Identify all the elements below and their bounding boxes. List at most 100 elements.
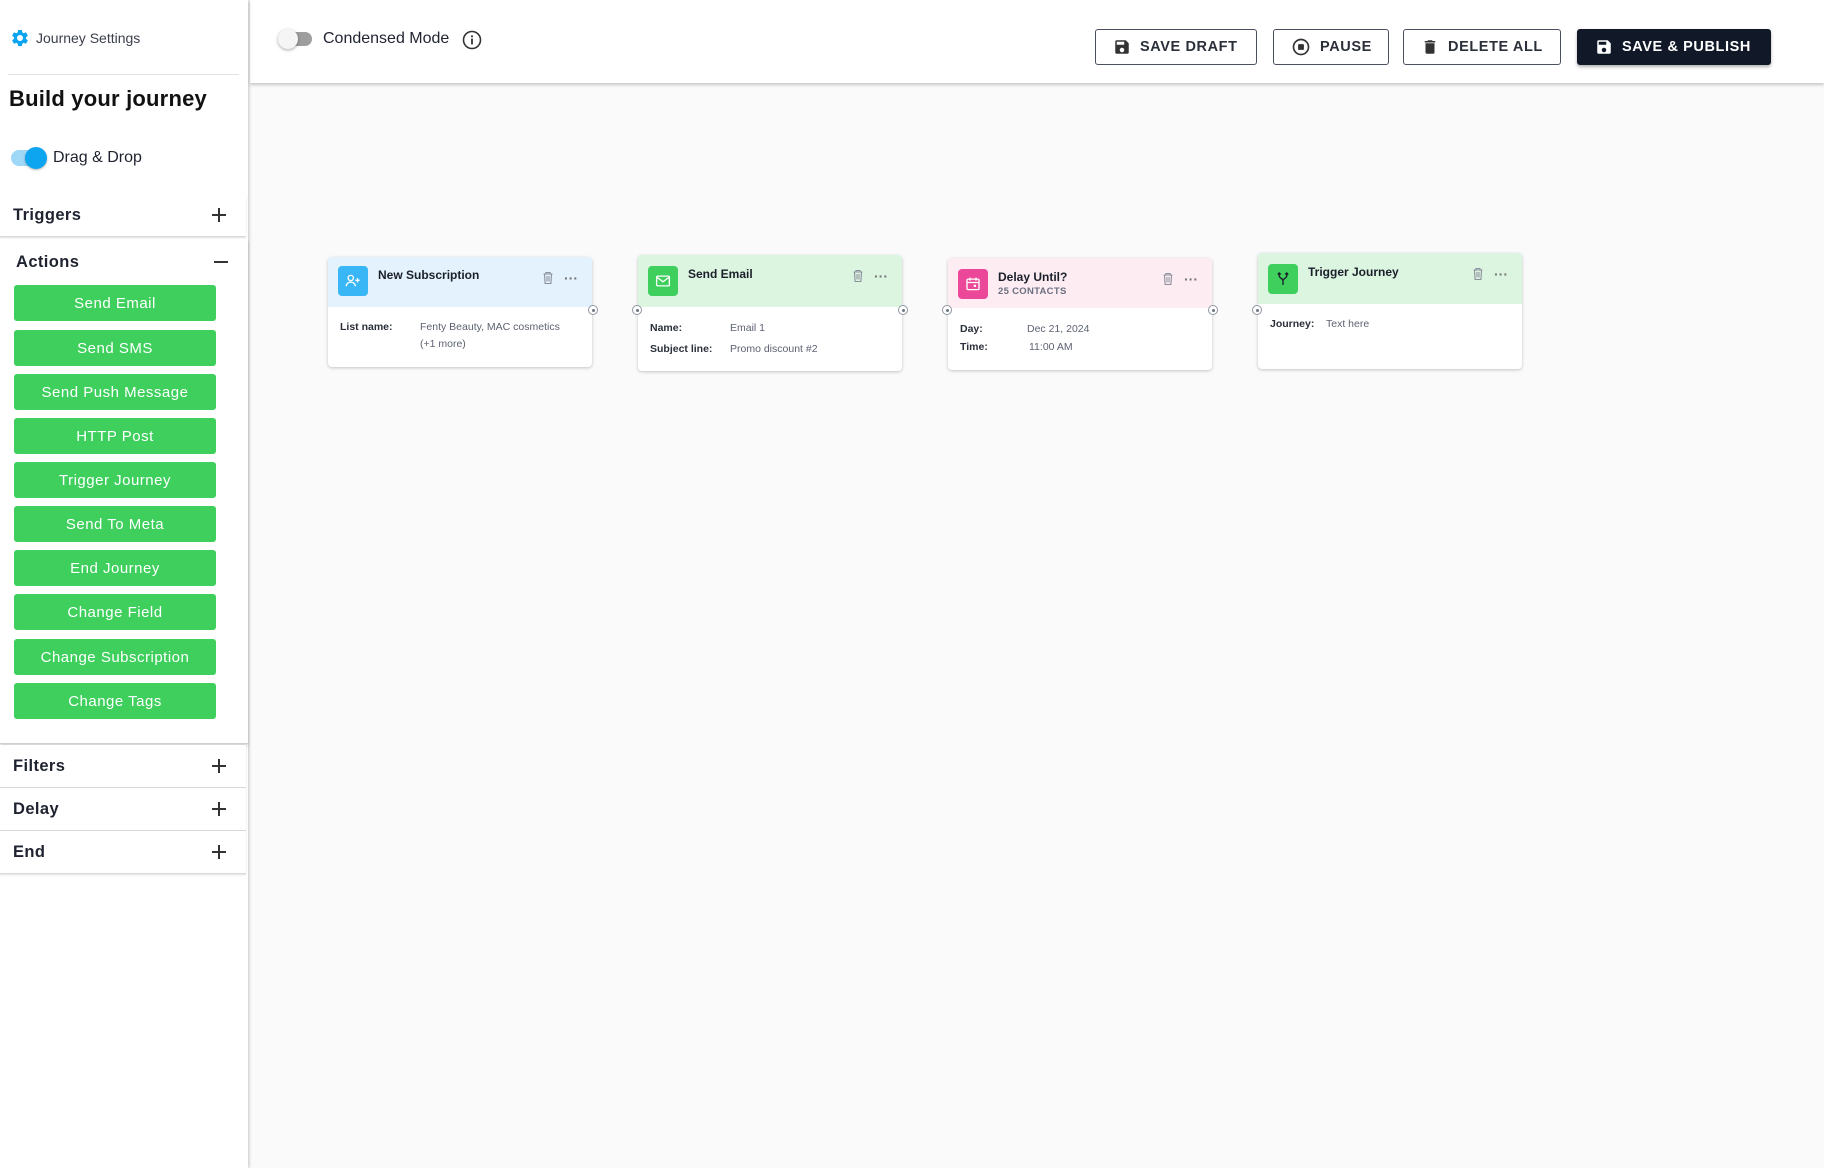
- save-draft-button[interactable]: SAVE DRAFT: [1095, 29, 1257, 65]
- action-send-to-meta[interactable]: Send To Meta: [14, 506, 216, 542]
- more-options-icon[interactable]: ···: [564, 270, 578, 286]
- plus-icon: [212, 208, 226, 222]
- trash-icon: [1424, 40, 1436, 54]
- sidebar: Journey Settings Build your journey Drag…: [0, 0, 248, 1168]
- node-header: Trigger Journey ···: [1258, 253, 1522, 304]
- field-label: List name:: [340, 321, 393, 333]
- condensed-mode-label: Condensed Mode: [323, 30, 450, 47]
- more-options-icon[interactable]: ···: [874, 268, 888, 284]
- action-trigger-journey[interactable]: Trigger Journey: [14, 462, 216, 498]
- more-options-icon[interactable]: ···: [1184, 271, 1198, 287]
- action-http-post[interactable]: HTTP Post: [14, 418, 216, 454]
- top-toolbar: Condensed Mode SAVE DRAFT PAUSE DELETE A…: [250, 0, 1824, 83]
- node-body: Journey: Text here: [1258, 304, 1522, 345]
- pause-label: PAUSE: [1320, 39, 1372, 55]
- node-delay-until[interactable]: Delay Until? 25 CONTACTS ··· Day: Dec 21…: [942, 258, 1218, 370]
- condensed-mode-toggle[interactable]: [278, 29, 312, 49]
- input-port[interactable]: [632, 305, 642, 315]
- section-triggers[interactable]: Triggers: [0, 194, 246, 237]
- node-header: New Subscription ···: [328, 257, 592, 307]
- section-actions: Actions Send Email Send SMS Send Push Me…: [0, 239, 248, 744]
- section-end-title: End: [13, 842, 46, 861]
- node-new-subscription[interactable]: New Subscription ··· List name: Fenty Be…: [328, 257, 598, 367]
- section-end[interactable]: End: [0, 831, 246, 874]
- action-change-tags[interactable]: Change Tags: [14, 683, 216, 719]
- node-header: Delay Until? 25 CONTACTS ···: [948, 258, 1212, 308]
- node-field: List name: Fenty Beauty, MAC cosmetics: [340, 319, 580, 336]
- node-field: Journey: Text here: [1270, 316, 1510, 333]
- trash-icon[interactable]: [542, 271, 554, 285]
- field-value: Email 1: [730, 322, 766, 334]
- drag-drop-toggle[interactable]: [11, 147, 47, 169]
- plus-icon: [212, 845, 226, 859]
- save-icon: [1115, 40, 1129, 54]
- node-body: Day: Dec 21, 2024 Time: 11:00 AM: [948, 308, 1212, 368]
- field-value: Dec 21, 2024: [1027, 323, 1090, 335]
- minus-icon: [214, 255, 228, 269]
- action-send-sms[interactable]: Send SMS: [14, 330, 216, 366]
- action-send-push-message[interactable]: Send Push Message: [14, 374, 216, 410]
- node-field: Subject line: Promo discount #2: [650, 339, 890, 360]
- action-change-field[interactable]: Change Field: [14, 594, 216, 630]
- field-value: Text here: [1326, 318, 1370, 330]
- node-field: Name: Email 1: [650, 318, 890, 339]
- output-port[interactable]: [898, 305, 908, 315]
- journey-settings-label: Journey Settings: [36, 30, 141, 46]
- plus-icon: [212, 759, 226, 773]
- delete-all-label: DELETE ALL: [1448, 39, 1543, 55]
- section-filters-title: Filters: [13, 756, 66, 775]
- section-actions-header[interactable]: Actions: [16, 251, 228, 273]
- node-title: Delay Until?: [998, 270, 1068, 284]
- trash-icon[interactable]: [1472, 267, 1484, 281]
- journey-settings-link[interactable]: Journey Settings: [10, 27, 140, 49]
- more-options-icon[interactable]: ···: [1494, 266, 1508, 282]
- node-contacts-count: 25 CONTACTS: [998, 286, 1067, 297]
- trash-icon[interactable]: [852, 269, 864, 283]
- action-end-journey[interactable]: End Journey: [14, 550, 216, 586]
- gear-icon: [12, 29, 28, 47]
- node-title: New Subscription: [378, 268, 480, 282]
- input-port[interactable]: [942, 305, 952, 315]
- field-label: Time:: [960, 341, 988, 353]
- field-value: Promo discount #2: [730, 343, 818, 355]
- save-publish-label: SAVE & PUBLISH: [1622, 39, 1751, 55]
- calendar-icon: [958, 269, 988, 299]
- add-user-icon: [338, 266, 368, 296]
- action-send-email[interactable]: Send Email: [14, 285, 216, 321]
- section-actions-title: Actions: [16, 252, 80, 271]
- field-value: Fenty Beauty, MAC cosmetics: [420, 321, 560, 333]
- node-field: (+1 more): [340, 336, 580, 353]
- node-trigger-journey[interactable]: Trigger Journey ··· Journey: Text here: [1252, 253, 1522, 369]
- input-port[interactable]: [1252, 305, 1262, 315]
- node-title: Trigger Journey: [1308, 265, 1399, 279]
- save-icon: [1597, 40, 1611, 54]
- field-label: Day:: [960, 323, 983, 335]
- node-field: Day: Dec 21, 2024: [960, 320, 1200, 338]
- mail-icon: [648, 266, 678, 296]
- section-filters[interactable]: Filters: [0, 745, 246, 788]
- node-field: Time: 11:00 AM: [960, 338, 1200, 356]
- sidebar-divider: [8, 74, 239, 75]
- section-delay-title: Delay: [13, 799, 60, 818]
- field-label: Subject line:: [650, 343, 713, 355]
- field-label: [340, 336, 420, 353]
- field-value: 11:00 AM: [1029, 341, 1073, 353]
- trash-icon[interactable]: [1162, 272, 1174, 286]
- fork-icon: [1268, 264, 1298, 294]
- action-change-subscription[interactable]: Change Subscription: [14, 639, 216, 675]
- plus-icon: [212, 802, 226, 816]
- pause-button[interactable]: PAUSE: [1273, 29, 1389, 65]
- condensed-mode-toggle-knob: [278, 29, 298, 49]
- section-triggers-title: Triggers: [13, 205, 82, 224]
- node-body: List name: Fenty Beauty, MAC cosmetics (…: [328, 307, 592, 365]
- save-publish-button[interactable]: SAVE & PUBLISH: [1577, 29, 1771, 65]
- build-journey-title: Build your journey: [9, 86, 207, 111]
- output-port[interactable]: [588, 305, 598, 315]
- delete-all-button[interactable]: DELETE ALL: [1403, 29, 1561, 65]
- section-delay[interactable]: Delay: [0, 788, 246, 831]
- output-port[interactable]: [1208, 305, 1218, 315]
- info-icon[interactable]: [462, 30, 482, 50]
- drag-drop-label: Drag & Drop: [53, 149, 142, 166]
- node-body: Name: Email 1 Subject line: Promo discou…: [638, 307, 902, 372]
- node-send-email[interactable]: Send Email ··· Name: Email 1 Subject lin…: [632, 255, 908, 372]
